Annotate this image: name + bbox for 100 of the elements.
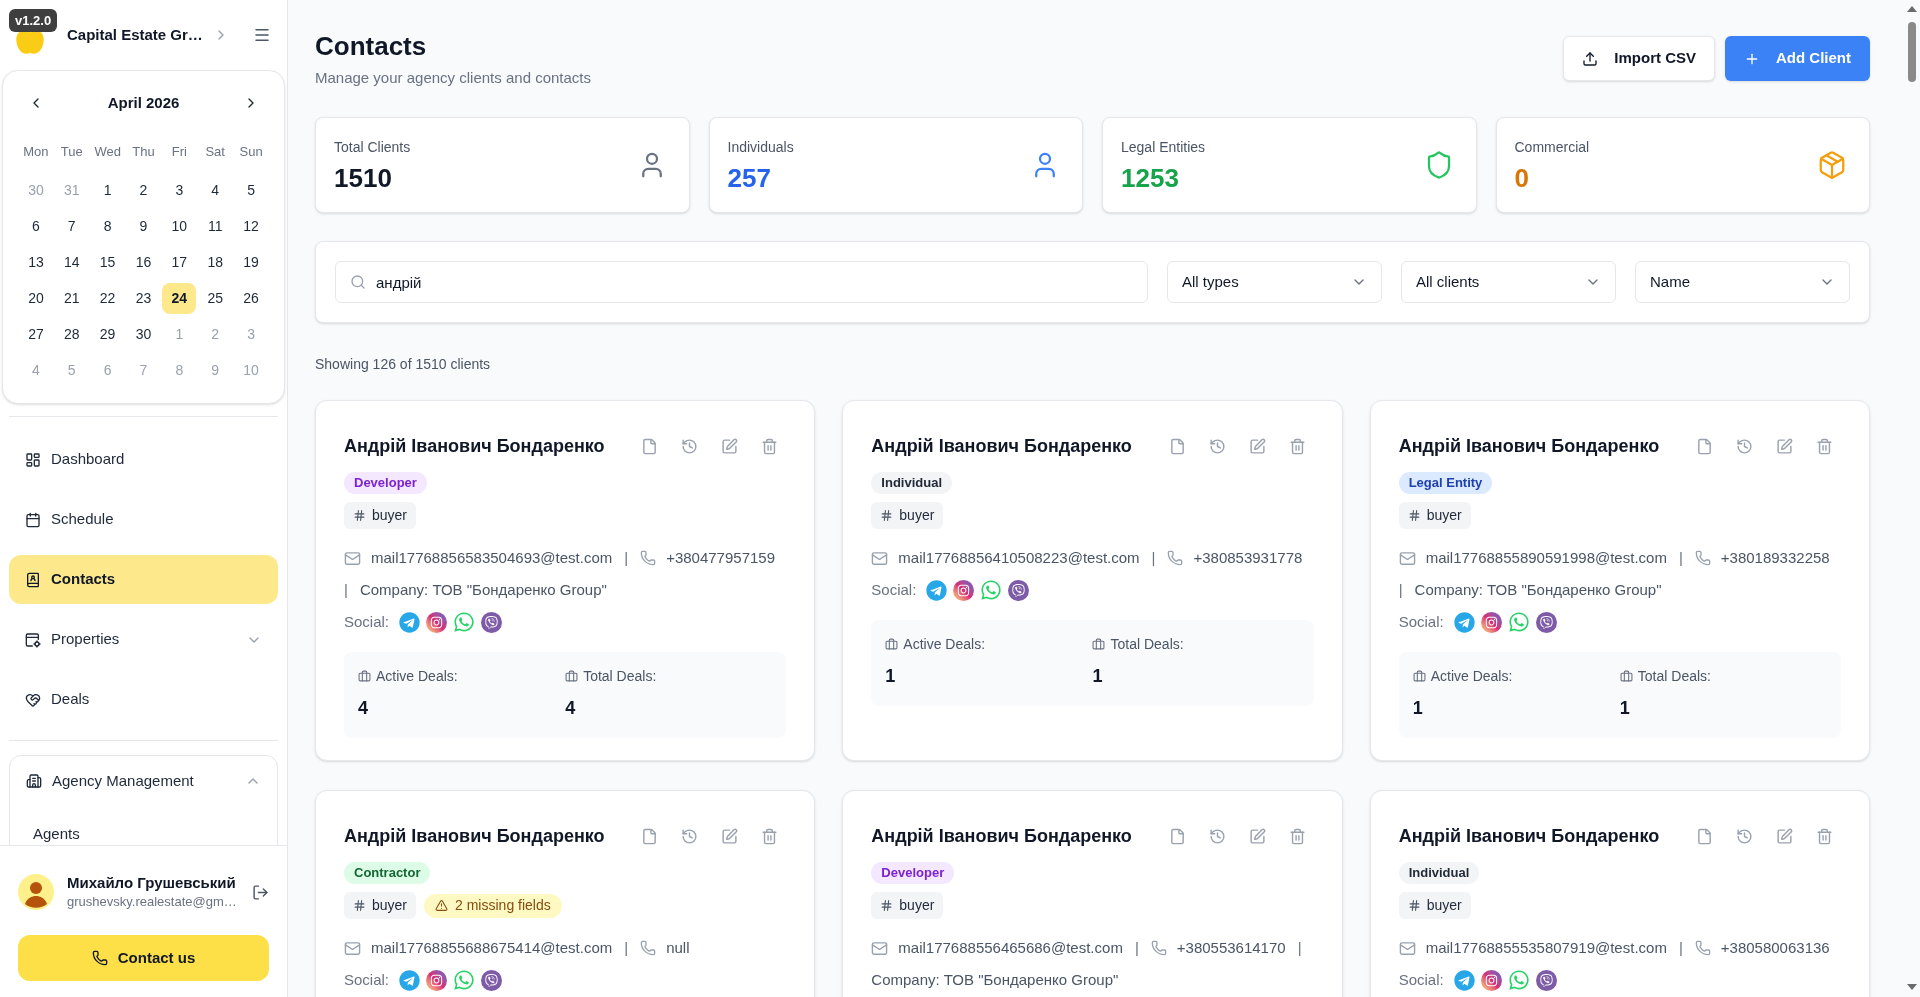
trash-icon xyxy=(761,437,779,455)
client-name: Андрій Іванович Бондаренко xyxy=(1398,824,1660,848)
paper-plane-icon[interactable] xyxy=(926,579,948,601)
paper-plane-icon[interactable] xyxy=(399,969,421,991)
scroll-down-icon[interactable] xyxy=(1906,984,1917,990)
nav-subitem[interactable]: Agents xyxy=(24,820,89,845)
import-button[interactable]: Import CSV xyxy=(1563,36,1715,81)
camera-icon[interactable] xyxy=(426,969,448,991)
briefcase-icon xyxy=(885,637,899,651)
calendar-day[interactable]: 18 xyxy=(198,246,233,278)
calendar-day[interactable]: 26 xyxy=(234,282,269,314)
calendar-day[interactable]: 30 xyxy=(126,318,161,350)
calendar-day[interactable]: 6 xyxy=(18,210,53,242)
calendar-day[interactable]: 11 xyxy=(198,210,233,242)
stat-value: 1253 xyxy=(1121,161,1180,194)
type-badge: Contractor xyxy=(344,862,431,884)
section-header[interactable]: Agency Management xyxy=(10,756,277,806)
calendar-day[interactable]: 13 xyxy=(18,246,53,278)
calendar-day[interactable]: 2 xyxy=(126,174,161,206)
calendar-day[interactable]: 29 xyxy=(90,318,125,350)
camera-icon[interactable] xyxy=(426,611,448,633)
stat-label: Individuals xyxy=(727,137,794,157)
paper-plane-icon[interactable] xyxy=(1453,969,1475,991)
tag-label: buyer xyxy=(899,506,935,525)
calendar-day[interactable]: 5 xyxy=(234,174,269,206)
calendar-day[interactable]: 23 xyxy=(126,282,161,314)
calendar-day[interactable]: 12 xyxy=(234,210,269,242)
nav-item[interactable]: Dashboard xyxy=(9,435,278,484)
type-badge: Legal Entity xyxy=(1398,472,1493,494)
calendar-day[interactable]: 21 xyxy=(54,282,89,314)
calendar-day[interactable]: 10 xyxy=(162,210,197,242)
phone-icon xyxy=(1694,550,1711,566)
calendar-day[interactable]: 20 xyxy=(18,282,53,314)
hash-icon xyxy=(880,509,894,522)
org-name: Capital Estate Gr… xyxy=(67,24,203,45)
calendar-day[interactable]: 16 xyxy=(126,246,161,278)
weekday-label: Thu xyxy=(132,143,155,161)
filter-select[interactable]: Name xyxy=(1635,261,1850,303)
calendar-day[interactable]: 17 xyxy=(162,246,197,278)
logout-icon[interactable] xyxy=(252,883,269,901)
camera-icon[interactable] xyxy=(1480,611,1502,633)
speech-bubble-phone-icon[interactable] xyxy=(1507,611,1530,633)
calendar-day[interactable]: 24 xyxy=(162,282,197,314)
trash-icon xyxy=(1816,437,1833,455)
calendar-day[interactable]: 28 xyxy=(54,318,89,350)
scroll-up-icon[interactable] xyxy=(1906,6,1917,12)
briefcase-icon xyxy=(565,669,579,683)
calendar-day[interactable]: 8 xyxy=(90,210,125,242)
speech-bubble-phone-icon[interactable] xyxy=(980,579,1003,601)
edit-icon xyxy=(1776,827,1793,845)
calendar-day[interactable]: 3 xyxy=(162,174,197,206)
add-button[interactable]: Add Client xyxy=(1725,36,1870,81)
deal-label: Active Deals: xyxy=(903,635,986,654)
deal-label: Active Deals: xyxy=(1430,667,1513,686)
camera-icon[interactable] xyxy=(1480,969,1502,991)
contact-button[interactable]: Contact us xyxy=(18,935,269,981)
email-text: mail177688556465686@test.com xyxy=(898,938,1123,958)
file-icon xyxy=(1696,437,1713,455)
calendar-day[interactable]: 7 xyxy=(54,210,89,242)
nav-item[interactable]: Properties xyxy=(9,615,278,664)
calendar-day[interactable]: 19 xyxy=(234,246,269,278)
speech-bubble-phone-icon[interactable] xyxy=(453,611,476,633)
stat-label: Legal Entities xyxy=(1121,137,1206,157)
stat-label: Total Clients xyxy=(334,137,411,157)
deal-count: 1 xyxy=(1092,665,1103,688)
speech-bubble-phone-icon[interactable] xyxy=(453,969,476,991)
calendar-day[interactable]: 25 xyxy=(198,282,233,314)
weekday-label: Fri xyxy=(171,143,187,161)
hash-icon xyxy=(1407,509,1421,522)
nav-item[interactable]: Deals xyxy=(9,675,278,724)
calendar-day[interactable]: 9 xyxy=(126,210,161,242)
stat-value: 257 xyxy=(727,161,772,194)
calendar-day[interactable]: 4 xyxy=(198,174,233,206)
calendar-day[interactable]: 1 xyxy=(90,174,125,206)
social-label: Social: xyxy=(344,969,390,990)
calendar-day[interactable]: 15 xyxy=(90,246,125,278)
calendar-day[interactable]: 27 xyxy=(18,318,53,350)
camera-icon[interactable] xyxy=(953,579,975,601)
page-title: Contacts xyxy=(315,30,428,63)
social-label: Social: xyxy=(1398,969,1444,990)
search-field[interactable]: андрій xyxy=(335,261,1148,303)
calendar-day[interactable]: 14 xyxy=(54,246,89,278)
paper-plane-icon[interactable] xyxy=(399,611,421,633)
filter-select[interactable]: All types xyxy=(1167,261,1382,303)
nav-item[interactable]: Contacts xyxy=(9,555,278,604)
pipe-separator: | xyxy=(624,938,629,958)
scrollbar-thumb[interactable] xyxy=(1907,22,1916,82)
paper-plane-icon[interactable] xyxy=(1453,611,1475,633)
page-subtitle: Manage your agency clients and contacts xyxy=(315,68,591,88)
speech-bubble-phone-icon[interactable] xyxy=(1507,969,1530,991)
filter-select[interactable]: All clients xyxy=(1401,261,1616,303)
deal-label: Total Deals: xyxy=(583,667,657,686)
hash-icon xyxy=(353,899,366,912)
pipe-separator: | xyxy=(1151,548,1156,568)
contact-book-icon xyxy=(25,571,41,588)
menu-icon[interactable] xyxy=(253,26,271,44)
calendar-day[interactable]: 22 xyxy=(90,282,125,314)
social-label: Social: xyxy=(871,579,917,600)
nav-item[interactable]: Schedule xyxy=(9,495,278,544)
pipe-separator: | xyxy=(1297,938,1302,958)
